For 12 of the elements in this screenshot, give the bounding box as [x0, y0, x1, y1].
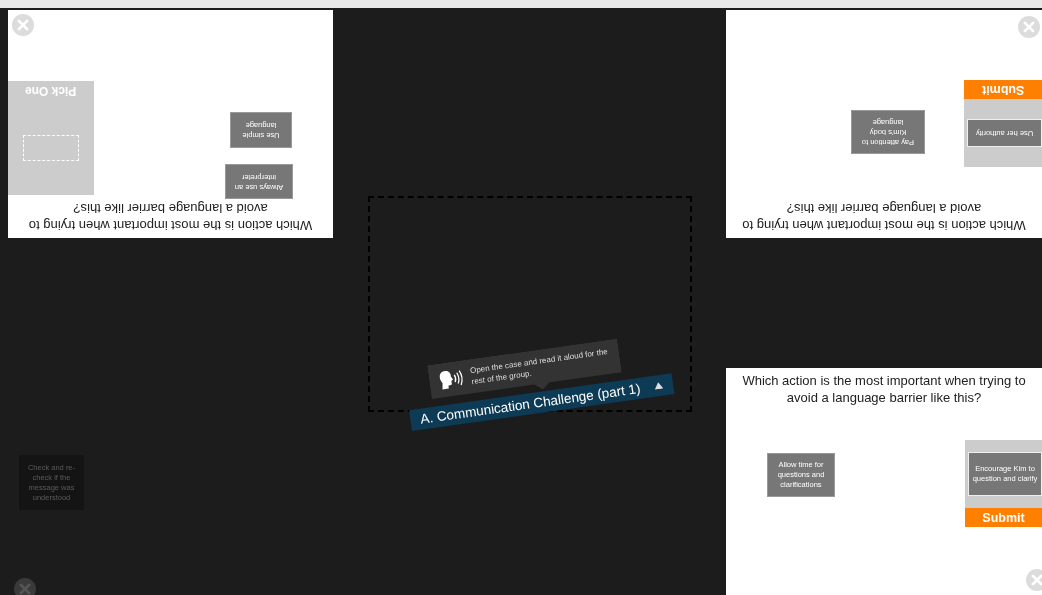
speaking-head-icon	[437, 367, 465, 391]
close-icon[interactable]	[12, 14, 34, 36]
close-icon[interactable]	[14, 578, 36, 595]
question-text: Which action is the most important when trying to avoid a language barrier like this?	[27, 200, 314, 234]
close-icon[interactable]	[1018, 16, 1040, 38]
empty-slot	[23, 134, 79, 161]
question-text: Which action is the most important when trying to avoid a language barrier like this?	[741, 372, 1027, 406]
submit-button[interactable]: Submit	[965, 508, 1042, 527]
question-text: Which action is the most important when trying to avoid a language barrier like this?	[741, 200, 1027, 234]
close-icon[interactable]	[1026, 569, 1042, 591]
submit-button[interactable]: Submit	[964, 80, 1042, 99]
caret-icon[interactable]	[653, 381, 664, 390]
